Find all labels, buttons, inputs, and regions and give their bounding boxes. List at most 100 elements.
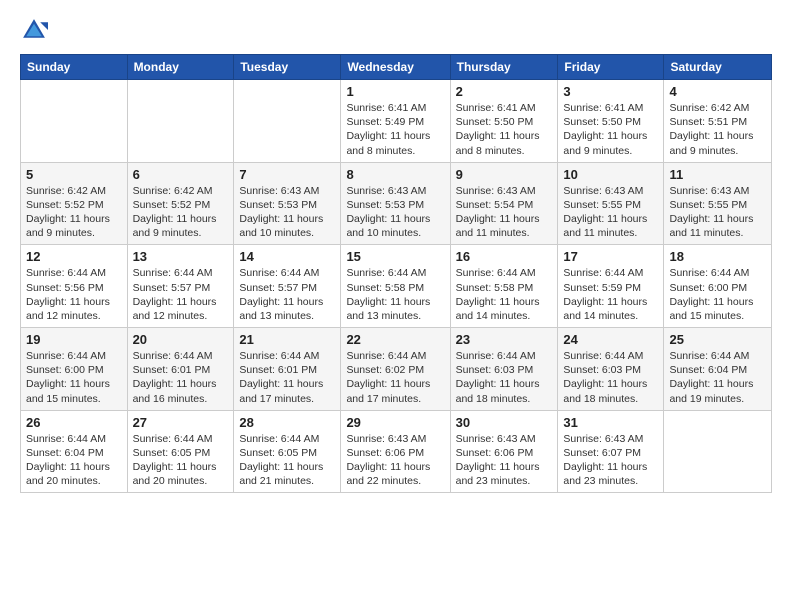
- day-number: 1: [346, 84, 444, 99]
- calendar-cell: 5Sunrise: 6:42 AMSunset: 5:52 PMDaylight…: [21, 162, 128, 245]
- calendar-cell: 2 Sunrise: 6:41 AMSunset: 5:50 PMDaylight…: [450, 80, 558, 163]
- day-number: 4: [669, 84, 766, 99]
- calendar-cell: 23 Sunrise: 6:44 AMSunset: 6:03 PMDayligh…: [450, 328, 558, 411]
- calendar-cell: 13Sunrise: 6:44 AMSunset: 5:57 PMDayligh…: [127, 245, 234, 328]
- weekday-header-sunday: Sunday: [21, 55, 128, 80]
- calendar-cell: 29 Sunrise: 6:43 AMSunset: 6:06 PMDayligh…: [341, 410, 450, 493]
- calendar-cell: 30 Sunrise: 6:43 AMSunset: 6:06 PMDayligh…: [450, 410, 558, 493]
- day-number: 11: [669, 167, 766, 182]
- calendar-cell: 9 Sunrise: 6:43 AMSunset: 5:54 PMDaylight…: [450, 162, 558, 245]
- calendar-cell: 22Sunrise: 6:44 AMSunset: 6:02 PMDayligh…: [341, 328, 450, 411]
- day-info: Sunrise: 6:43 AMSunset: 5:55 PMDaylight:…: [563, 184, 658, 241]
- weekday-header-thursday: Thursday: [450, 55, 558, 80]
- weekday-header-monday: Monday: [127, 55, 234, 80]
- day-number: 23: [456, 332, 553, 347]
- day-number: 29: [346, 415, 444, 430]
- weekday-header-tuesday: Tuesday: [234, 55, 341, 80]
- calendar: SundayMondayTuesdayWednesdayThursdayFrid…: [20, 54, 772, 493]
- day-info: Sunrise: 6:44 AMSunset: 6:04 PMDaylight:…: [26, 432, 122, 489]
- calendar-cell: 27 Sunrise: 6:44 AMSunset: 6:05 PMDayligh…: [127, 410, 234, 493]
- day-info: Sunrise: 6:44 AMSunset: 6:01 PMDaylight:…: [239, 349, 335, 406]
- day-info: Sunrise: 6:42 AMSunset: 5:52 PMDaylight:…: [26, 184, 122, 241]
- weekday-header-row: SundayMondayTuesdayWednesdayThursdayFrid…: [21, 55, 772, 80]
- header: [20, 16, 772, 44]
- logo: [20, 16, 52, 44]
- day-number: 16: [456, 249, 553, 264]
- calendar-cell: 25Sunrise: 6:44 AMSunset: 6:04 PMDayligh…: [664, 328, 772, 411]
- day-number: 14: [239, 249, 335, 264]
- day-number: 30: [456, 415, 553, 430]
- calendar-cell: 12 Sunrise: 6:44 AMSunset: 5:56 PMDayligh…: [21, 245, 128, 328]
- calendar-cell: 14Sunrise: 6:44 AMSunset: 5:57 PMDayligh…: [234, 245, 341, 328]
- day-number: 2: [456, 84, 553, 99]
- calendar-cell: 31Sunrise: 6:43 AMSunset: 6:07 PMDayligh…: [558, 410, 664, 493]
- day-number: 7: [239, 167, 335, 182]
- week-row-5: 26Sunrise: 6:44 AMSunset: 6:04 PMDayligh…: [21, 410, 772, 493]
- day-info: Sunrise: 6:44 AMSunset: 6:01 PMDaylight:…: [133, 349, 229, 406]
- day-number: 6: [133, 167, 229, 182]
- day-info: Sunrise: 6:42 AMSunset: 5:51 PMDaylight:…: [669, 101, 766, 158]
- day-number: 8: [346, 167, 444, 182]
- page: SundayMondayTuesdayWednesdayThursdayFrid…: [0, 0, 792, 612]
- day-number: 10: [563, 167, 658, 182]
- day-info: Sunrise: 6:44 AMSunset: 5:58 PMDaylight:…: [346, 266, 444, 323]
- week-row-1: 1 Sunrise: 6:41 AMSunset: 5:49 PMDaylight…: [21, 80, 772, 163]
- day-number: 22: [346, 332, 444, 347]
- day-number: 13: [133, 249, 229, 264]
- calendar-cell: 8 Sunrise: 6:43 AMSunset: 5:53 PMDaylight…: [341, 162, 450, 245]
- calendar-cell: 1 Sunrise: 6:41 AMSunset: 5:49 PMDaylight…: [341, 80, 450, 163]
- day-info: Sunrise: 6:44 AMSunset: 5:56 PMDaylight:…: [26, 266, 122, 323]
- day-info: Sunrise: 6:43 AMSunset: 5:55 PMDaylight:…: [669, 184, 766, 241]
- day-number: 27: [133, 415, 229, 430]
- day-number: 21: [239, 332, 335, 347]
- calendar-cell: 6 Sunrise: 6:42 AMSunset: 5:52 PMDaylight…: [127, 162, 234, 245]
- day-info: Sunrise: 6:44 AMSunset: 6:03 PMDaylight:…: [563, 349, 658, 406]
- day-number: 15: [346, 249, 444, 264]
- day-info: Sunrise: 6:44 AMSunset: 6:05 PMDaylight:…: [239, 432, 335, 489]
- calendar-cell: 21 Sunrise: 6:44 AMSunset: 6:01 PMDayligh…: [234, 328, 341, 411]
- week-row-3: 12 Sunrise: 6:44 AMSunset: 5:56 PMDayligh…: [21, 245, 772, 328]
- calendar-cell: 11 Sunrise: 6:43 AMSunset: 5:55 PMDayligh…: [664, 162, 772, 245]
- calendar-cell: 19 Sunrise: 6:44 AMSunset: 6:00 PMDayligh…: [21, 328, 128, 411]
- day-number: 9: [456, 167, 553, 182]
- day-number: 19: [26, 332, 122, 347]
- day-number: 25: [669, 332, 766, 347]
- day-number: 20: [133, 332, 229, 347]
- day-number: 31: [563, 415, 658, 430]
- day-info: Sunrise: 6:43 AMSunset: 6:06 PMDaylight:…: [346, 432, 444, 489]
- day-info: Sunrise: 6:42 AMSunset: 5:52 PMDaylight:…: [133, 184, 229, 241]
- calendar-cell: 16 Sunrise: 6:44 AMSunset: 5:58 PMDayligh…: [450, 245, 558, 328]
- day-info: Sunrise: 6:41 AMSunset: 5:50 PMDaylight:…: [456, 101, 553, 158]
- calendar-cell: 20 Sunrise: 6:44 AMSunset: 6:01 PMDayligh…: [127, 328, 234, 411]
- day-info: Sunrise: 6:43 AMSunset: 6:06 PMDaylight:…: [456, 432, 553, 489]
- week-row-2: 5Sunrise: 6:42 AMSunset: 5:52 PMDaylight…: [21, 162, 772, 245]
- day-info: Sunrise: 6:43 AMSunset: 5:54 PMDaylight:…: [456, 184, 553, 241]
- day-info: Sunrise: 6:44 AMSunset: 6:00 PMDaylight:…: [669, 266, 766, 323]
- day-info: Sunrise: 6:43 AMSunset: 5:53 PMDaylight:…: [239, 184, 335, 241]
- calendar-cell: [21, 80, 128, 163]
- weekday-header-saturday: Saturday: [664, 55, 772, 80]
- day-number: 3: [563, 84, 658, 99]
- calendar-cell: 4 Sunrise: 6:42 AMSunset: 5:51 PMDaylight…: [664, 80, 772, 163]
- day-info: Sunrise: 6:44 AMSunset: 6:00 PMDaylight:…: [26, 349, 122, 406]
- day-number: 24: [563, 332, 658, 347]
- day-number: 18: [669, 249, 766, 264]
- calendar-cell: [664, 410, 772, 493]
- calendar-cell: 18 Sunrise: 6:44 AMSunset: 6:00 PMDayligh…: [664, 245, 772, 328]
- calendar-cell: 7 Sunrise: 6:43 AMSunset: 5:53 PMDaylight…: [234, 162, 341, 245]
- day-number: 17: [563, 249, 658, 264]
- calendar-cell: 17Sunrise: 6:44 AMSunset: 5:59 PMDayligh…: [558, 245, 664, 328]
- weekday-header-friday: Friday: [558, 55, 664, 80]
- day-info: Sunrise: 6:44 AMSunset: 5:58 PMDaylight:…: [456, 266, 553, 323]
- calendar-cell: 10 Sunrise: 6:43 AMSunset: 5:55 PMDayligh…: [558, 162, 664, 245]
- day-info: Sunrise: 6:41 AMSunset: 5:49 PMDaylight:…: [346, 101, 444, 158]
- calendar-cell: 3Sunrise: 6:41 AMSunset: 5:50 PMDaylight…: [558, 80, 664, 163]
- day-info: Sunrise: 6:43 AMSunset: 5:53 PMDaylight:…: [346, 184, 444, 241]
- day-number: 12: [26, 249, 122, 264]
- day-info: Sunrise: 6:44 AMSunset: 6:03 PMDaylight:…: [456, 349, 553, 406]
- day-number: 28: [239, 415, 335, 430]
- calendar-cell: 28 Sunrise: 6:44 AMSunset: 6:05 PMDayligh…: [234, 410, 341, 493]
- calendar-cell: [127, 80, 234, 163]
- day-info: Sunrise: 6:44 AMSunset: 6:05 PMDaylight:…: [133, 432, 229, 489]
- week-row-4: 19 Sunrise: 6:44 AMSunset: 6:00 PMDayligh…: [21, 328, 772, 411]
